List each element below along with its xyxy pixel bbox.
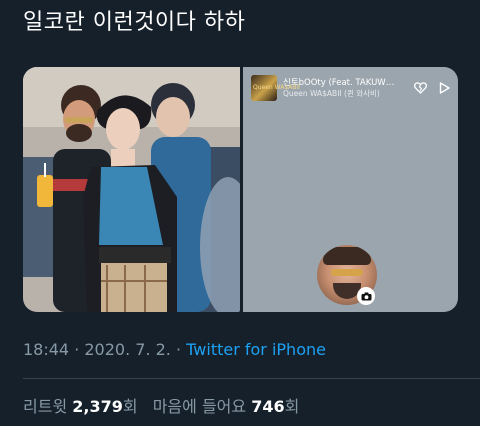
tweet-source-link[interactable]: Twitter for iPhone: [186, 340, 326, 359]
album-art: Queen WA$ABII: [251, 75, 300, 101]
play-icon[interactable]: [439, 79, 450, 98]
album-art-text: Queen WA$ABII: [253, 84, 300, 91]
retweets-suffix: 회: [122, 397, 138, 416]
music-player-bar: Queen WA$ABII 신토bOOty (Feat. TAKUW… Quee…: [243, 67, 458, 109]
tweet-time: 18:44: [23, 340, 70, 359]
music-artist: Queen WA$ABII (퀸 와사비): [283, 88, 380, 98]
music-info: 신토bOOty (Feat. TAKUW… Queen WA$ABII (퀸 와…: [283, 78, 403, 99]
tweet-photo-right[interactable]: Queen WA$ABII 신토bOOty (Feat. TAKUW… Quee…: [243, 67, 458, 312]
likes-count[interactable]: 746: [251, 397, 284, 416]
retweets-label[interactable]: 리트윗: [23, 397, 67, 416]
tweet-media[interactable]: Queen WA$ABII 신토bOOty (Feat. TAKUW… Quee…: [23, 67, 458, 312]
photo-illustration: [23, 67, 240, 312]
music-controls: [413, 79, 450, 98]
tweet-date[interactable]: 2020. 7. 2.: [84, 340, 171, 359]
likes-suffix: 회: [284, 397, 300, 416]
meta-separator-2: ·: [170, 340, 187, 359]
tweet-stats: 리트윗 2,379회 마음에 들어요 746회: [23, 393, 299, 417]
tweet-text: 일코란 이런것이다 하하: [23, 10, 246, 35]
retweets-count[interactable]: 2,379: [72, 397, 123, 416]
meta-separator: ·: [69, 340, 85, 359]
broken-heart-icon[interactable]: [413, 79, 428, 98]
camera-icon[interactable]: [357, 287, 375, 305]
music-title: 신토bOOty (Feat. TAKUW…: [283, 77, 395, 88]
tweet-meta: 18:44 · 2020. 7. 2. · Twitter for iPhone: [23, 340, 326, 359]
divider: [23, 378, 480, 379]
likes-label[interactable]: 마음에 들어요: [153, 397, 246, 416]
tweet-photo-left[interactable]: [23, 67, 240, 312]
